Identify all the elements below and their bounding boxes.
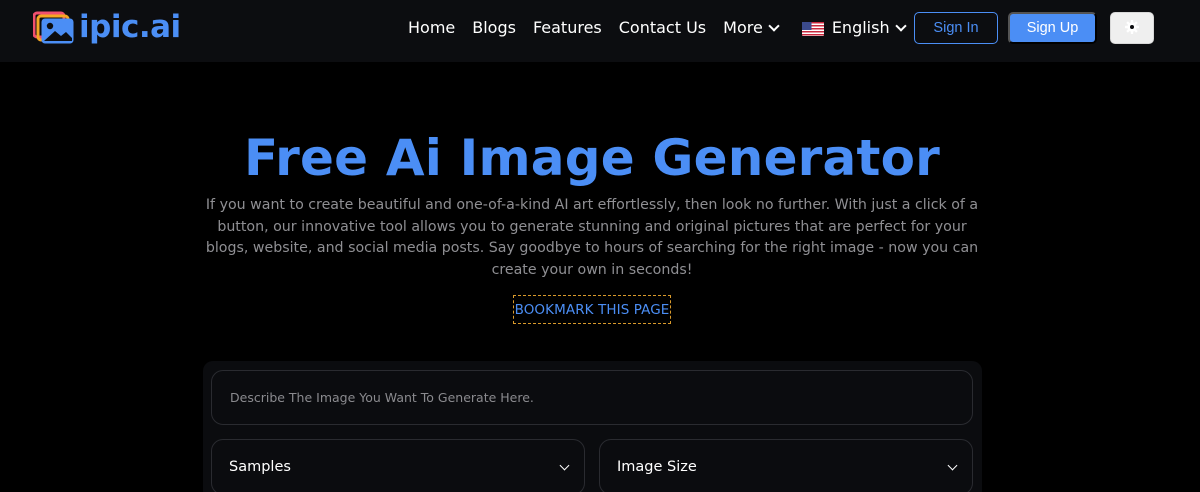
- chevron-down-icon: [768, 19, 780, 32]
- page-title: Free Ai Image Generator: [243, 129, 940, 187]
- prompt-input[interactable]: Describe The Image You Want To Generate …: [211, 370, 973, 425]
- brand-name: ipic.ai: [79, 9, 181, 45]
- chevron-down-icon: [947, 460, 958, 471]
- nav-features[interactable]: Features: [533, 17, 602, 39]
- nav-more-label: More: [723, 18, 763, 37]
- hero-description: If you want to create beautiful and one-…: [205, 197, 979, 278]
- sign-up-button[interactable]: Sign Up: [1008, 12, 1097, 44]
- nav-contact-us[interactable]: Contact Us: [619, 17, 706, 39]
- samples-select[interactable]: Samples: [211, 439, 585, 492]
- nav-more-dropdown[interactable]: More: [723, 17, 780, 39]
- nav-home[interactable]: Home: [408, 17, 455, 39]
- logo[interactable]: ipic.ai: [32, 9, 181, 45]
- bookmark-button[interactable]: BOOKMARK THIS PAGE: [513, 295, 671, 324]
- image-size-label: Image Size: [617, 459, 697, 475]
- samples-label: Samples: [229, 459, 291, 475]
- chevron-down-icon: [894, 19, 907, 32]
- us-flag-icon: [801, 21, 824, 36]
- gear-icon: [1125, 19, 1139, 37]
- theme-toggle-button[interactable]: [1110, 12, 1154, 44]
- language-label: English: [831, 18, 890, 37]
- nav-blogs[interactable]: Blogs: [472, 17, 516, 39]
- sign-in-button[interactable]: Sign In: [914, 12, 998, 44]
- image-size-select[interactable]: Image Size: [599, 439, 973, 492]
- image-stack-icon: [32, 10, 75, 44]
- chevron-down-icon: [559, 460, 570, 471]
- language-selector[interactable]: English: [801, 17, 907, 39]
- main-nav: Home Blogs Features Contact Us More Engl…: [408, 17, 922, 39]
- navbar: ipic.ai Home Blogs Features Contact Us M…: [0, 0, 1200, 62]
